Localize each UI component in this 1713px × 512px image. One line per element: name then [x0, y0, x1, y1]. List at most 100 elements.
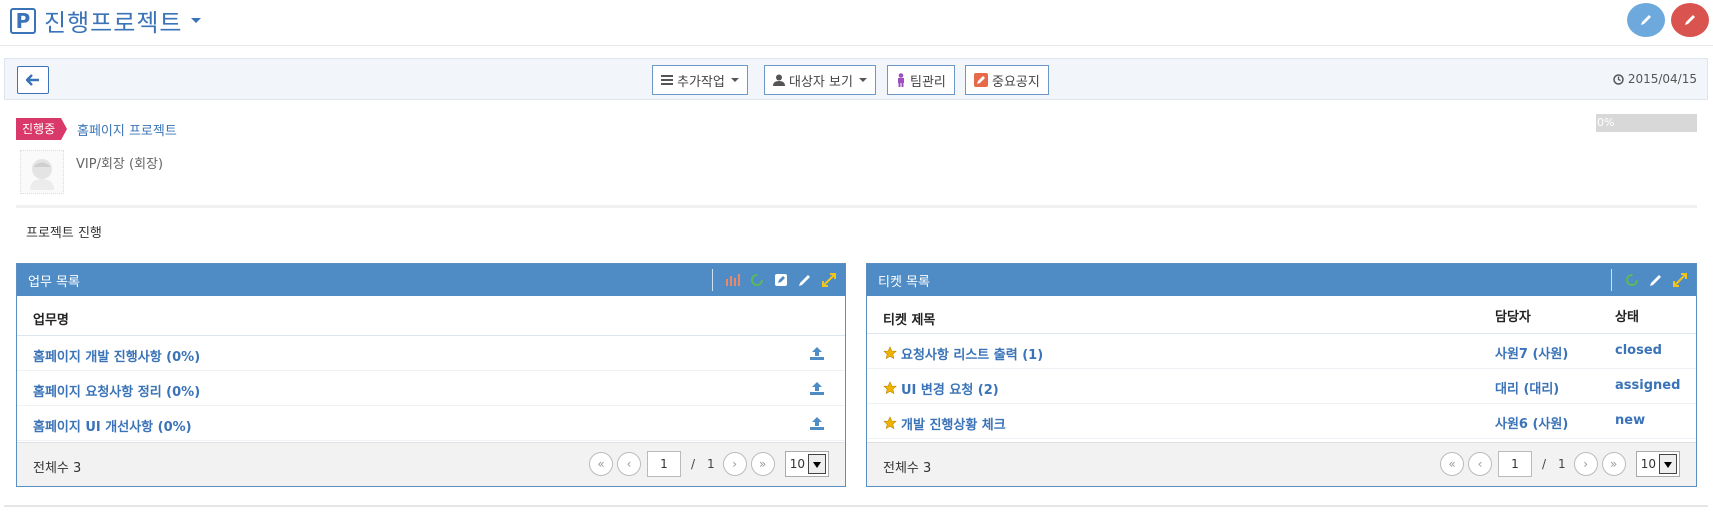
- first-page-button[interactable]: «: [1440, 452, 1464, 476]
- page-size-select[interactable]: 10: [1635, 451, 1680, 477]
- pencil-icon: [1641, 15, 1651, 25]
- project-owner: VIP/회장 (회장): [76, 157, 164, 172]
- expand-icon[interactable]: [821, 272, 837, 288]
- page-size-select[interactable]: 10: [784, 451, 829, 477]
- task-link[interactable]: 홈페이지 UI 개선사항 (0%): [33, 416, 192, 435]
- team-management-label: 팀관리: [910, 74, 946, 90]
- table-row: 홈페이지 요청사항 정리 (0%): [17, 371, 845, 406]
- view-target-button[interactable]: 대상자 보기: [764, 65, 876, 95]
- top-header: P 진행프로젝트: [0, 0, 1713, 46]
- prev-page-button[interactable]: ‹: [1468, 452, 1492, 476]
- view-target-label: 대상자 보기: [789, 74, 853, 90]
- ticket-panel-header: 티켓 목록: [867, 264, 1696, 296]
- divider: [16, 205, 1697, 208]
- prev-page-button[interactable]: ‹: [617, 452, 641, 476]
- section-title: 프로젝트 진행: [26, 226, 102, 241]
- page-total: 1: [707, 457, 715, 471]
- date-display: 2015/04/15: [1613, 72, 1697, 86]
- page-separator: /: [1542, 457, 1547, 471]
- ticket-link[interactable]: 개발 진행상황 체크: [901, 414, 1006, 433]
- bar-chart-icon[interactable]: [725, 272, 741, 288]
- project-name-link[interactable]: 홈페이지 프로젝트: [77, 120, 177, 139]
- table-row: 개발 진행상황 체크 사원6 (사원) new: [867, 404, 1696, 439]
- chevron-down-icon: [858, 78, 867, 82]
- task-name-column-header: 업무명: [33, 313, 69, 328]
- task-panel-footer: 전체수 3 « ‹ 1 / 1 › » 10: [17, 442, 845, 486]
- upload-icon[interactable]: [809, 416, 825, 430]
- page-size-value: 10: [789, 457, 805, 471]
- divider: [712, 269, 713, 291]
- last-page-button[interactable]: »: [750, 452, 775, 476]
- chevron-down-icon[interactable]: [191, 18, 201, 23]
- ticket-panel-footer: 전체수 3 « ‹ 1 / 1 › » 10: [867, 442, 1696, 486]
- ticket-status: assigned: [1615, 378, 1681, 393]
- pencil-icon[interactable]: [797, 272, 813, 288]
- page-input[interactable]: 1: [1498, 451, 1532, 477]
- task-panel-header: 업무 목록: [17, 264, 845, 296]
- user-avatar-icon: [30, 159, 54, 190]
- task-link[interactable]: 홈페이지 개발 진행사항 (0%): [33, 346, 200, 365]
- clock-icon: [1613, 73, 1624, 85]
- table-row: 홈페이지 UI 개선사항 (0%): [17, 406, 845, 441]
- next-page-button[interactable]: ›: [1573, 452, 1598, 476]
- ticket-link[interactable]: UI 변경 요청 (2): [901, 379, 999, 398]
- menu-icon: [661, 75, 673, 85]
- star-icon: [883, 381, 897, 395]
- page-separator: /: [691, 457, 696, 471]
- team-management-button[interactable]: 팀관리: [887, 65, 955, 95]
- avatar: [20, 150, 64, 194]
- assignee-link[interactable]: 사원6 (사원): [1495, 413, 1568, 432]
- edit-button-red[interactable]: [1671, 3, 1709, 37]
- task-link[interactable]: 홈페이지 요청사항 정리 (0%): [33, 381, 200, 400]
- ticket-status: closed: [1615, 343, 1662, 358]
- upload-icon[interactable]: [809, 346, 825, 360]
- assignee-column-header: 담당자: [1495, 310, 1531, 325]
- table-row: 홈페이지 개발 진행사항 (0%): [17, 336, 845, 371]
- status-column-header: 상태: [1615, 310, 1639, 325]
- assignee-link[interactable]: 사원7 (사원): [1495, 343, 1568, 362]
- page-size-value: 10: [1640, 457, 1656, 471]
- refresh-icon[interactable]: [749, 272, 765, 288]
- page-title[interactable]: 진행프로젝트: [44, 3, 182, 38]
- task-list-panel: 업무 목록 업무명 홈페이지 개발 진행사항 (0%) 홈페이지 요청사항 정리…: [16, 263, 846, 487]
- extra-work-label: 추가작업: [677, 74, 725, 90]
- first-page-button[interactable]: «: [589, 452, 613, 476]
- page-input[interactable]: 1: [647, 451, 681, 477]
- task-panel-tools: [712, 269, 837, 291]
- ticket-table-header: 티켓 제목 담당자 상태: [867, 296, 1696, 334]
- important-notice-button[interactable]: 중요공지: [965, 65, 1049, 95]
- arrow-left-icon: [26, 74, 39, 86]
- refresh-icon[interactable]: [1624, 272, 1640, 288]
- table-row: UI 변경 요청 (2) 대리 (대리) assigned: [867, 369, 1696, 404]
- extra-work-button[interactable]: 추가작업: [652, 65, 748, 95]
- upload-icon[interactable]: [809, 381, 825, 395]
- pencil-icon[interactable]: [1648, 272, 1664, 288]
- last-page-button[interactable]: »: [1601, 452, 1626, 476]
- back-button[interactable]: [17, 66, 49, 94]
- edit-button-blue[interactable]: [1627, 3, 1665, 37]
- ticket-panel-tools: [1611, 269, 1688, 291]
- next-page-button[interactable]: ›: [722, 452, 747, 476]
- task-panel-title: 업무 목록: [28, 274, 80, 290]
- chevron-down-icon: [730, 78, 739, 82]
- edit-square-icon[interactable]: [773, 272, 789, 288]
- user-icon: [773, 74, 785, 86]
- progress-label: 0%: [1597, 116, 1615, 129]
- total-count: 전체수 3: [33, 461, 82, 476]
- chevron-down-icon: [807, 454, 826, 474]
- ticket-link[interactable]: 요청사항 리스트 출력 (1): [901, 344, 1043, 363]
- person-icon: [898, 73, 904, 87]
- edit-square-icon: [974, 73, 988, 87]
- star-icon: [883, 346, 897, 360]
- chevron-down-icon: [1658, 454, 1677, 474]
- star-icon: [883, 416, 897, 430]
- divider: [4, 505, 1708, 507]
- table-row: 요청사항 리스트 출력 (1) 사원7 (사원) closed: [867, 334, 1696, 369]
- expand-icon[interactable]: [1672, 272, 1688, 288]
- toolbar: 추가작업 대상자 보기 팀관리 중요공지 2015/04/15: [4, 58, 1708, 100]
- ticket-panel-title: 티켓 목록: [878, 274, 930, 290]
- app-logo: P: [10, 8, 36, 34]
- ticket-title-column-header: 티켓 제목: [883, 313, 936, 328]
- assignee-link[interactable]: 대리 (대리): [1495, 378, 1559, 397]
- date-value: 2015/04/15: [1627, 72, 1697, 86]
